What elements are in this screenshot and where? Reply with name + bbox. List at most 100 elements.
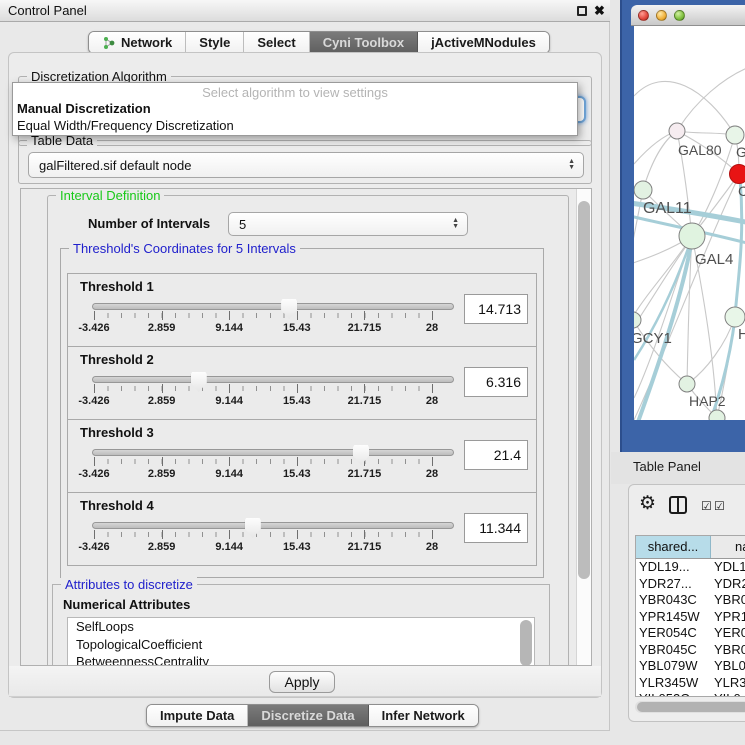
table-row[interactable]: YER054CYER0 <box>636 625 745 642</box>
cell[interactable]: YDR2 <box>714 576 745 593</box>
node-gal4[interactable] <box>679 223 705 249</box>
cell[interactable]: YER0 <box>714 625 745 642</box>
axis-label: 15.43 <box>283 541 311 553</box>
dropdown-option-manual-discretization[interactable]: Manual Discretization <box>13 100 577 117</box>
axis-label: 28 <box>426 322 438 334</box>
table-row[interactable]: YBL079WYBL0 <box>636 658 745 675</box>
table-row[interactable]: YBR043CYBR0 <box>636 592 745 609</box>
cell[interactable]: YLR3 <box>714 675 745 692</box>
threshold-row: Threshold 3 -3.426 2.859 9.144 15.43 21.… <box>67 419 537 493</box>
cell[interactable]: YBR0 <box>714 642 745 659</box>
node-gcy1[interactable] <box>634 312 641 328</box>
tab-select[interactable]: Select <box>244 32 309 53</box>
threshold-value-field[interactable]: 21.4 <box>464 440 528 470</box>
slider-track[interactable] <box>92 449 454 456</box>
threshold-value-field[interactable]: 14.713 <box>464 294 528 324</box>
cell[interactable]: YBL079W <box>636 658 714 675</box>
cell[interactable]: YIL052C <box>636 691 714 697</box>
slider-track[interactable] <box>92 303 454 310</box>
threshold-slider[interactable]: -3.426 2.859 9.144 15.43 21.715 28 <box>92 442 458 488</box>
node-gal80[interactable] <box>669 123 685 139</box>
node-label: C <box>738 183 745 199</box>
horizontal-scrollbar-thumb[interactable] <box>637 702 745 712</box>
cell[interactable]: YPR1 <box>714 609 745 626</box>
zoom-traffic-light[interactable] <box>674 10 685 21</box>
minimize-traffic-light[interactable] <box>656 10 667 21</box>
node[interactable] <box>726 126 744 144</box>
column-header-shared-name[interactable]: shared... <box>636 536 711 558</box>
list-item[interactable]: SelfLoops <box>68 618 534 636</box>
axis-label: 9.144 <box>215 541 243 553</box>
table-data-combobox[interactable]: galFiltered.sif default node ▲▼ <box>28 152 584 178</box>
node-gal11[interactable] <box>634 181 652 199</box>
node-h[interactable] <box>725 307 745 327</box>
network-canvas[interactable]: GAL80 GA C GAL11 GAL4 GCY1 H HAP2 <box>634 26 745 420</box>
cell[interactable]: YDR27... <box>636 576 714 593</box>
axis-label: 28 <box>426 395 438 407</box>
slider-track[interactable] <box>92 376 454 383</box>
node-selected-red[interactable] <box>730 165 745 184</box>
settings-scrollpane: Interval Definition Number of Intervals … <box>20 188 592 666</box>
list-item[interactable]: BetweennessCentrality <box>68 653 534 666</box>
node-label: GCY1 <box>634 330 672 347</box>
list-item[interactable]: TopologicalCoefficient <box>68 636 534 654</box>
close-icon[interactable]: ✖ <box>594 2 605 20</box>
tab-discretize-data[interactable]: Discretize Data <box>248 705 368 726</box>
tab-style[interactable]: Style <box>186 32 244 53</box>
table-row[interactable]: YBR045CYBR0 <box>636 642 745 659</box>
threshold-label: Threshold 1 <box>80 279 154 294</box>
table-row[interactable]: YLR345WYLR3 <box>636 675 745 692</box>
cell[interactable]: YIL0 <box>714 691 745 697</box>
checkbox-icon[interactable]: ☑ <box>701 499 712 513</box>
cell[interactable]: YER054C <box>636 625 714 642</box>
cell[interactable]: YDL19... <box>636 559 714 576</box>
table-row[interactable]: YPR145WYPR1 <box>636 609 745 626</box>
close-traffic-light[interactable] <box>638 10 649 21</box>
node-label: H <box>738 326 745 343</box>
list-scrollbar-thumb[interactable] <box>520 620 532 666</box>
cell[interactable]: YBR043C <box>636 592 714 609</box>
apply-button[interactable]: Apply <box>269 671 335 693</box>
table-row[interactable]: YIL052CYIL0 <box>636 691 745 697</box>
table-row[interactable]: YDL19...YDL1 <box>636 559 745 576</box>
thresholds-group-title: Threshold's Coordinates for 5 Intervals <box>69 241 300 256</box>
dropdown-option-equal-width[interactable]: Equal Width/Frequency Discretization <box>13 117 577 134</box>
cell[interactable]: YLR345W <box>636 675 714 692</box>
threshold-slider[interactable]: -3.426 2.859 9.144 15.43 21.715 28 <box>92 515 458 561</box>
threshold-value-field[interactable]: 6.316 <box>464 367 528 397</box>
cell[interactable]: YBL0 <box>714 658 745 675</box>
tab-jactivemnodules[interactable]: jActiveMNodules <box>418 32 549 53</box>
cell[interactable]: YPR145W <box>636 609 714 626</box>
float-window-icon[interactable] <box>577 6 587 16</box>
tab-network-label: Network <box>121 35 172 50</box>
table-panel-title: Table Panel <box>633 459 701 474</box>
dropdown-hint-item[interactable]: Select algorithm to view settings <box>13 83 577 100</box>
number-of-intervals-combobox[interactable]: 5 ▲▼ <box>228 212 468 236</box>
cell[interactable]: YBR045C <box>636 642 714 659</box>
horizontal-scrollbar-track[interactable] <box>635 701 745 713</box>
network-window-titlebar <box>631 5 745 26</box>
threshold-slider[interactable]: -3.426 2.859 9.144 15.43 21.715 28 <box>92 369 458 415</box>
cell[interactable]: YDL1 <box>714 559 745 576</box>
tab-cyni-toolbox[interactable]: Cyni Toolbox <box>310 32 418 53</box>
threshold-value-field[interactable]: 11.344 <box>464 513 528 543</box>
checkbox-icon[interactable]: ☑ <box>714 499 725 513</box>
table-data-combobox-value: galFiltered.sif default node <box>39 153 191 178</box>
column-header-name[interactable]: na <box>711 536 745 558</box>
tab-infer-network[interactable]: Infer Network <box>369 705 478 726</box>
attributes-group-title: Attributes to discretize <box>61 577 197 592</box>
slider-track[interactable] <box>92 522 454 529</box>
cell[interactable]: YBR0 <box>714 592 745 609</box>
tab-network[interactable]: Network <box>89 32 186 53</box>
node[interactable] <box>709 410 725 420</box>
tab-impute-data[interactable]: Impute Data <box>147 705 248 726</box>
number-of-intervals-label: Number of Intervals <box>88 216 210 231</box>
scrollbar-thumb[interactable] <box>578 201 590 579</box>
table-row[interactable]: YDR27...YDR2 <box>636 576 745 593</box>
gear-icon[interactable]: ⚙ <box>639 493 656 515</box>
node-hap2[interactable] <box>679 376 695 392</box>
threshold-slider[interactable]: -3.426 2.859 9.144 15.43 21.715 28 <box>92 296 458 342</box>
columns-icon[interactable] <box>669 496 687 514</box>
numerical-attributes-list[interactable]: SelfLoops TopologicalCoefficient Between… <box>67 617 535 666</box>
algorithm-dropdown-popup: Select algorithm to view settings Manual… <box>12 82 578 136</box>
